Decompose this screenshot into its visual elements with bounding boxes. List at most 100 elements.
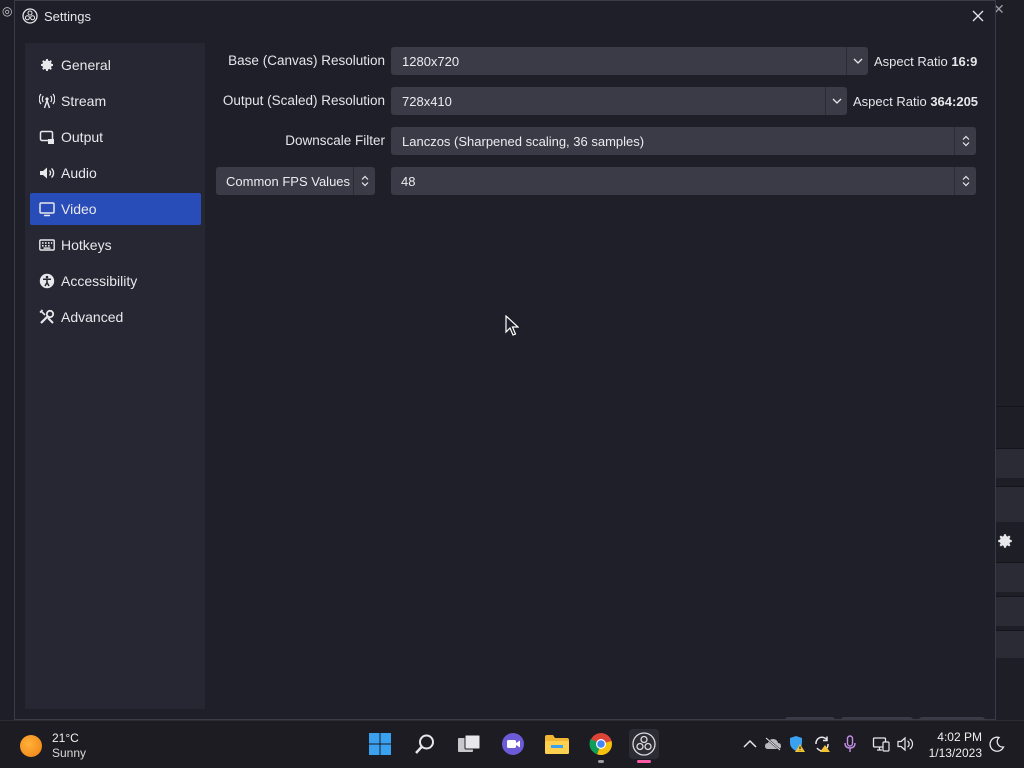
search-icon — [415, 734, 434, 754]
output-aspect-ratio: Aspect Ratio 364:205 — [853, 94, 979, 109]
downscale-filter-value: Lanczos (Sharpened scaling, 36 samples) — [402, 133, 645, 149]
mouse-cursor-icon — [505, 315, 519, 336]
sidebar-item-label: General — [61, 57, 111, 73]
gear-icon — [39, 57, 55, 73]
sync-warning-icon — [815, 736, 830, 752]
chevron-up-icon — [743, 739, 757, 748]
chrome-button[interactable] — [586, 729, 616, 763]
updown-arrows-icon — [954, 127, 976, 155]
obs-button[interactable] — [629, 729, 659, 763]
accessibility-icon — [39, 273, 55, 289]
volume-tray-icon[interactable] — [897, 735, 915, 753]
obs-logo-icon — [632, 732, 656, 756]
wrench-icon — [39, 309, 55, 325]
sidebar-item-label: Accessibility — [61, 273, 138, 289]
settings-dialog: Settings General Stream Output Audio Vid… — [14, 0, 996, 721]
sidebar-item-video[interactable]: Video — [30, 193, 201, 225]
sun-icon — [20, 735, 42, 757]
notifications-button[interactable] — [988, 735, 1006, 753]
teams-chat-button[interactable] — [498, 729, 528, 759]
weather-temp: 21°C — [52, 731, 79, 745]
start-button[interactable] — [365, 729, 395, 759]
weather-widget[interactable]: 21°C Sunny — [20, 731, 86, 761]
close-button[interactable] — [967, 5, 989, 27]
search-button[interactable] — [410, 729, 440, 759]
settings-sidebar: General Stream Output Audio Video Hotkey… — [25, 43, 205, 709]
windows-icon — [369, 733, 391, 755]
file-explorer-button[interactable] — [542, 729, 572, 759]
microphone-tray-icon[interactable] — [841, 735, 859, 753]
show-hidden-icons-button[interactable] — [741, 735, 759, 753]
base-resolution-row: Base (Canvas) Resolution 1280x720 Aspect… — [205, 47, 987, 75]
updown-arrows-icon — [353, 167, 375, 195]
sidebar-item-label: Hotkeys — [61, 237, 112, 253]
fps-type-value: Common FPS Values — [226, 173, 351, 189]
sidebar-item-advanced[interactable]: Advanced — [30, 301, 201, 333]
antenna-icon — [39, 93, 55, 109]
title-bar: Settings — [15, 1, 995, 33]
running-indicator — [598, 760, 604, 763]
volume-icon — [897, 736, 914, 752]
base-resolution-combo[interactable]: 1280x720 — [391, 47, 868, 75]
output-resolution-combo[interactable]: 728x410 — [391, 87, 847, 115]
base-resolution-label: Base (Canvas) Resolution — [228, 53, 385, 68]
background-window-left — [0, 0, 14, 720]
clock-time: 4:02 PM — [937, 730, 982, 744]
close-icon — [972, 10, 984, 22]
sidebar-item-accessibility[interactable]: Accessibility — [30, 265, 201, 297]
keyboard-icon — [39, 237, 55, 253]
active-app-indicator — [637, 760, 651, 763]
chat-icon — [502, 733, 524, 755]
sidebar-item-label: Advanced — [61, 309, 124, 325]
chevron-down-icon — [846, 47, 868, 75]
weather-condition: Sunny — [52, 746, 87, 760]
sidebar-item-output[interactable]: Output — [30, 121, 201, 153]
obs-logo-icon: ◎ — [2, 4, 13, 18]
sidebar-item-audio[interactable]: Audio — [30, 157, 201, 189]
background-window-right — [996, 0, 1024, 720]
shield-warning-icon — [790, 736, 805, 752]
sidebar-item-label: Video — [61, 201, 97, 217]
task-view-button[interactable] — [454, 729, 484, 759]
chevron-down-icon — [825, 87, 847, 115]
taskbar: 21°C Sunny 4:02 PM 1/13/2023 — [0, 720, 1024, 768]
downscale-filter-label: Downscale Filter — [285, 133, 385, 148]
downscale-filter-select[interactable]: Lanczos (Sharpened scaling, 36 samples) — [391, 127, 976, 155]
onedrive-tray-icon[interactable] — [764, 735, 782, 753]
fps-value: 48 — [401, 173, 416, 189]
microphone-icon — [844, 735, 856, 752]
folder-icon — [545, 735, 569, 754]
fps-row: Common FPS Values 48 — [205, 167, 987, 195]
sidebar-item-hotkeys[interactable]: Hotkeys — [30, 229, 201, 261]
window-title: Settings — [44, 9, 91, 24]
task-view-icon — [458, 734, 481, 752]
gear-icon[interactable] — [996, 532, 1014, 550]
fps-value-select[interactable]: 48 — [391, 167, 976, 195]
base-aspect-ratio: Aspect Ratio 16:9 — [874, 54, 978, 69]
system-clock[interactable]: 4:02 PM 1/13/2023 — [929, 729, 982, 761]
cloud-off-icon — [765, 737, 781, 751]
security-tray-icon[interactable] — [788, 735, 806, 753]
video-settings-panel: Base (Canvas) Resolution 1280x720 Aspect… — [205, 43, 987, 709]
sidebar-item-label: Output — [61, 129, 104, 145]
output-resolution-row: Output (Scaled) Resolution 728x410 Aspec… — [205, 87, 987, 115]
sidebar-item-general[interactable]: General — [30, 49, 201, 81]
monitor-icon — [39, 201, 55, 217]
obs-logo-icon — [22, 8, 38, 24]
chrome-icon — [589, 733, 612, 756]
speaker-icon — [39, 165, 55, 181]
moon-icon — [989, 736, 1005, 752]
fps-type-select[interactable]: Common FPS Values — [216, 167, 375, 195]
network-icon — [872, 737, 890, 752]
sidebar-item-label: Audio — [61, 165, 97, 181]
sidebar-item-label: Stream — [61, 93, 107, 109]
sidebar-item-stream[interactable]: Stream — [30, 85, 201, 117]
output-resolution-value: 728x410 — [402, 93, 452, 109]
output-icon — [39, 129, 55, 145]
network-tray-icon[interactable] — [872, 735, 890, 753]
sync-tray-icon[interactable] — [813, 735, 831, 753]
downscale-filter-row: Downscale Filter Lanczos (Sharpened scal… — [205, 127, 987, 155]
updown-arrows-icon — [954, 167, 976, 195]
base-resolution-value: 1280x720 — [402, 53, 460, 69]
clock-date: 1/13/2023 — [928, 746, 982, 760]
